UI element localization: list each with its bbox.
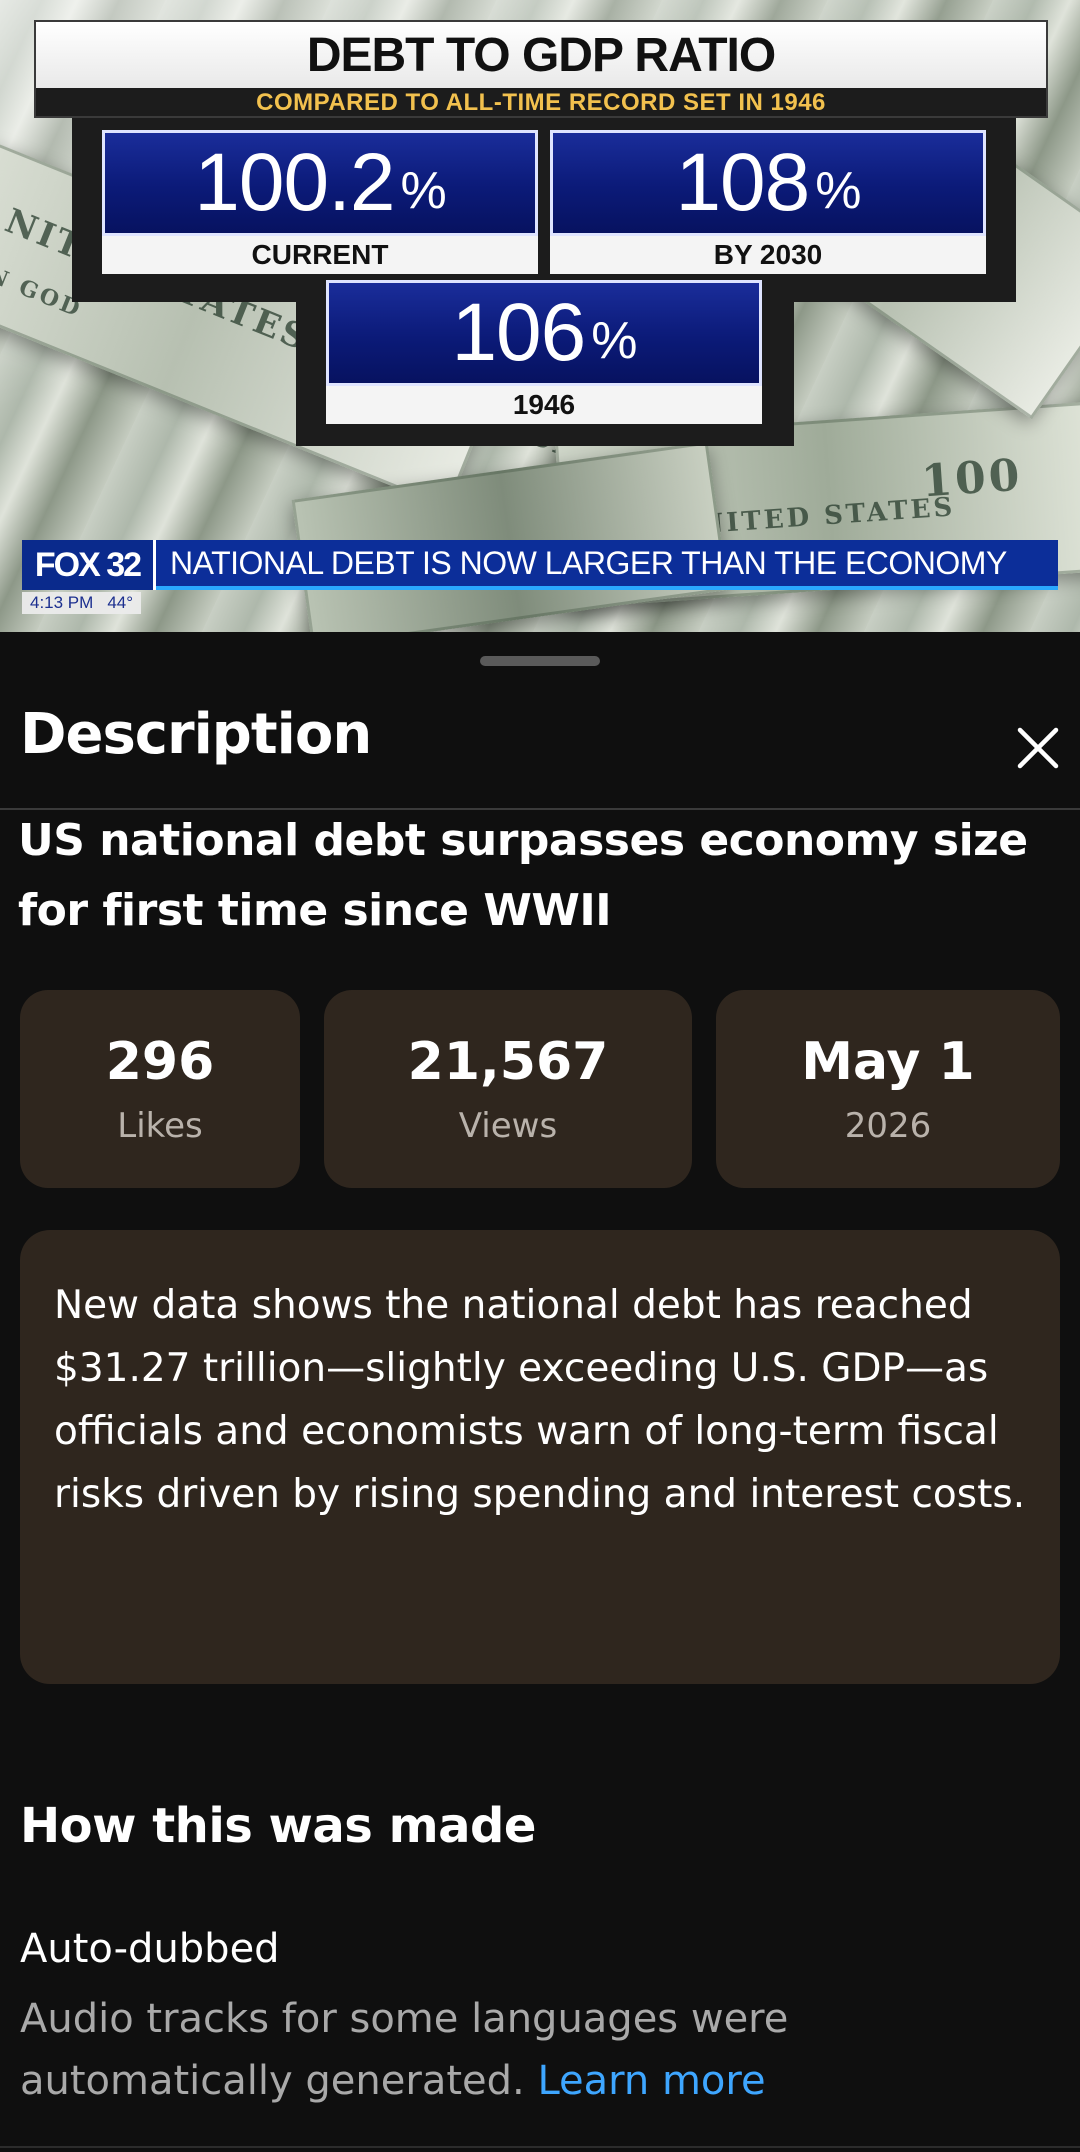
broadcast-time: 4:13 PM (30, 593, 94, 612)
description-text: New data shows the national debt has rea… (54, 1283, 1026, 1517)
auto-dubbed-title: Auto-dubbed (20, 1926, 280, 1972)
stat-number: 100.2 (194, 137, 395, 228)
news-lower-third: FOX 32 NATIONAL DEBT IS NOW LARGER THAN … (22, 540, 1058, 596)
stat-value: 100.2% (102, 130, 538, 236)
auto-dubbed-description: Audio tracks for some languages were aut… (20, 1988, 1040, 2112)
time-temperature-bug: 4:13 PM 44° (22, 592, 142, 614)
channel-logo: FOX 32 (22, 540, 156, 590)
learn-more-link[interactable]: Learn more (537, 2058, 765, 2104)
sheet-header: Description (0, 690, 1080, 810)
stat-unit: % (815, 162, 861, 220)
views-count: 21,567 (407, 1032, 609, 1092)
sheet-drag-handle[interactable] (480, 656, 600, 666)
close-icon (1017, 727, 1059, 769)
stat-unit: % (400, 162, 446, 220)
views-card: 21,567 Views (324, 990, 692, 1188)
video-player[interactable]: NITED STATES OF AMERICA IN GOD UNITED ST… (0, 0, 1080, 632)
stat-unit: % (591, 312, 637, 370)
how-made-heading: How this was made (20, 1798, 536, 1854)
stat-number: 108 (675, 137, 810, 228)
date-card: May 1 2026 (716, 990, 1060, 1188)
sheet-title: Description (20, 702, 372, 767)
close-button[interactable] (1002, 712, 1074, 784)
likes-caption: Likes (117, 1106, 203, 1146)
views-caption: Views (458, 1106, 558, 1146)
video-title: US national debt surpasses economy size … (18, 815, 1028, 936)
stat-label: BY 2030 (550, 236, 986, 274)
graphic-subtitle: COMPARED TO ALL-TIME RECORD SET IN 1946 (256, 89, 826, 116)
stat-box-2030: 108% BY 2030 (550, 130, 986, 280)
stat-number: 106 (451, 287, 586, 378)
broadcast-temperature: 44° (107, 593, 134, 612)
description-card[interactable]: New data shows the national debt has rea… (20, 1230, 1060, 1684)
bill-text: 100 (919, 449, 1025, 508)
stat-value: 106% (326, 280, 762, 386)
graphic-title-card: DEBT TO GDP RATIO COMPARED TO ALL-TIME R… (34, 20, 1048, 118)
stat-box-1946: 106% 1946 (326, 280, 762, 430)
graphic-title: DEBT TO GDP RATIO (306, 28, 776, 82)
graphic-title-bar: DEBT TO GDP RATIO (36, 22, 1046, 88)
likes-count: 296 (105, 1032, 215, 1092)
publish-year: 2026 (844, 1106, 932, 1146)
stat-label: 1946 (326, 386, 762, 424)
divider (0, 2146, 1080, 2148)
stat-label: CURRENT (102, 236, 538, 274)
stat-value: 108% (550, 130, 986, 236)
stat-box-current: 100.2% CURRENT (102, 130, 538, 280)
likes-card: 296 Likes (20, 990, 300, 1188)
publish-date: May 1 (801, 1032, 975, 1092)
news-headline: NATIONAL DEBT IS NOW LARGER THAN THE ECO… (156, 540, 1058, 590)
